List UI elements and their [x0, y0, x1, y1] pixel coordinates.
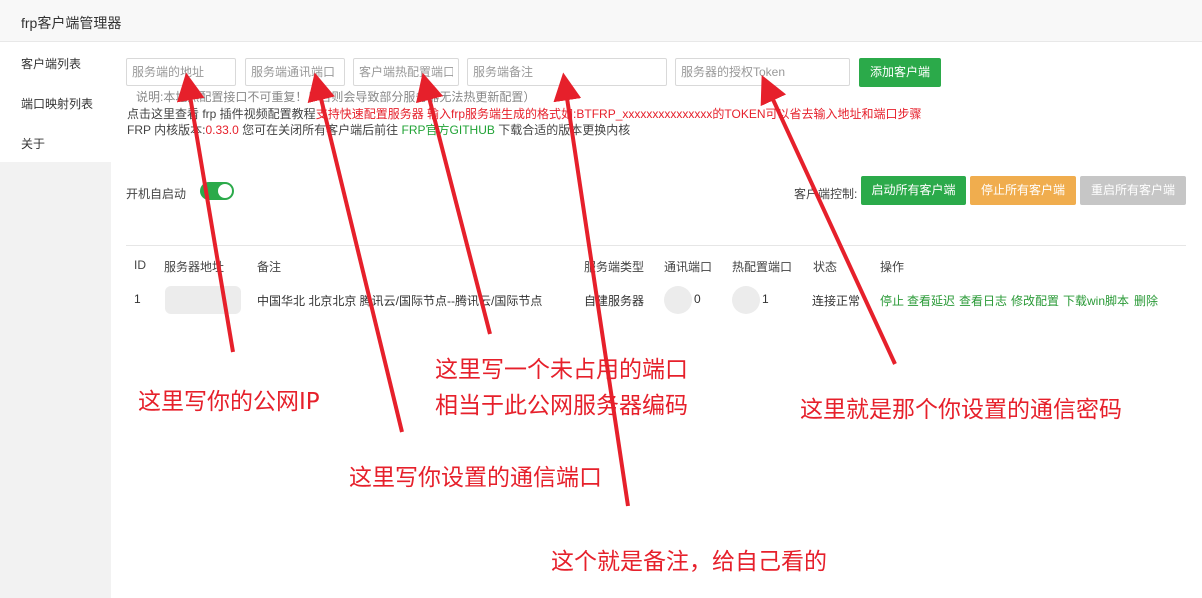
- column-header-server-address: 服务器地址: [164, 260, 225, 274]
- quick-config-tip: 支持快速配置服务器 输入frp服务端生成的格式如:BTFRP_xxxxxxxxx…: [315, 107, 922, 121]
- start-all-clients-button[interactable]: 启动所有客户端: [861, 176, 966, 205]
- column-header-id: ID: [134, 258, 146, 272]
- annotation-comm-port: 这里写你设置的通信端口: [349, 465, 602, 491]
- column-header-status: 状态: [813, 260, 838, 274]
- title-bar: frp客户端管理器: [0, 0, 1202, 42]
- frp-github-link[interactable]: FRP官方GITHUB: [402, 123, 495, 137]
- sidebar-menu: 客户端列表 端口映射列表 关于: [0, 42, 111, 162]
- row-comm-port: 0: [694, 292, 701, 306]
- autostart-label: 开机自启动: [126, 187, 187, 201]
- kernel-version-label: FRP 内核版本:: [127, 123, 206, 137]
- frp-client-manager-window: frp客户端管理器 客户端列表 端口映射列表 关于 添加客户端 说明:本地热配置…: [0, 0, 1202, 598]
- annotation-public-ip: 这里写你的公网IP: [138, 389, 320, 415]
- kernel-download-tip: 下载合适的版本更换内核: [498, 123, 631, 137]
- autostart-toggle[interactable]: [200, 182, 234, 200]
- tutorial-line: 点击这里查看 frp 插件视频配置教程支持快速配置服务器 输入frp服务端生成的…: [127, 105, 922, 122]
- server-remark-input[interactable]: [467, 58, 667, 86]
- action-view-log[interactable]: 查看日志: [959, 292, 1007, 309]
- action-stop[interactable]: 停止: [880, 292, 904, 309]
- column-header-server-type: 服务端类型: [584, 260, 645, 274]
- action-delete[interactable]: 删除: [1134, 292, 1158, 309]
- column-header-comm-port: 通讯端口: [664, 260, 713, 274]
- annotation-unused-port-line1: 这里写一个未占用的端口: [435, 357, 688, 383]
- tutorial-link[interactable]: 点击这里查看 frp 插件视频配置教程: [127, 107, 316, 121]
- config-hint: 说明:本地热配置接口不可重复！！否则会导致部分服务器无法热更新配置）: [136, 90, 536, 104]
- window-title: frp客户端管理器: [21, 15, 122, 31]
- redacted-server-address: [165, 286, 241, 314]
- redacted-comm-port: [664, 286, 692, 314]
- sidebar: 客户端列表 端口映射列表 关于: [0, 42, 111, 598]
- server-port-input[interactable]: [245, 58, 345, 86]
- sidebar-item-about[interactable]: 关于: [21, 135, 45, 152]
- add-client-button[interactable]: 添加客户端: [859, 58, 941, 87]
- row-hot-config-port: 1: [762, 292, 769, 306]
- annotation-unused-port-line2: 相当于此公网服务器编码: [435, 393, 688, 419]
- hot-config-port-input[interactable]: [353, 58, 459, 86]
- row-id: 1: [134, 292, 141, 306]
- row-status: 连接正常: [812, 294, 861, 308]
- kernel-version-line: FRP 内核版本:0.33.0 您可在关闭所有客户端后前往 FRP官方GITHU…: [127, 121, 630, 138]
- row-server-type: 自建服务器: [584, 294, 645, 308]
- sidebar-item-port-mapping-list[interactable]: 端口映射列表: [21, 95, 93, 112]
- stop-all-clients-button[interactable]: 停止所有客户端: [970, 176, 1076, 205]
- annotation-remark: 这个就是备注，给自己看的: [551, 549, 827, 575]
- server-address-input[interactable]: [126, 58, 236, 86]
- redacted-hot-config-port: [732, 286, 760, 314]
- sidebar-item-client-list[interactable]: 客户端列表: [21, 55, 81, 72]
- restart-all-clients-button[interactable]: 重启所有客户端: [1080, 176, 1186, 205]
- toggle-knob: [218, 184, 232, 198]
- column-header-actions: 操作: [880, 260, 905, 274]
- auth-token-input[interactable]: [675, 58, 850, 86]
- action-edit-config[interactable]: 修改配置: [1011, 292, 1059, 309]
- column-header-hot-config-port: 热配置端口: [732, 260, 793, 274]
- kernel-update-tip: 您可在关闭所有客户端后前往: [242, 123, 399, 137]
- action-view-latency[interactable]: 查看延迟: [907, 292, 955, 309]
- row-remark: 中国华北 北京北京 腾讯云/国际节点--腾讯云/国际节点: [257, 294, 543, 308]
- table-top-divider: [126, 245, 1186, 246]
- client-control-label: 客户端控制:: [794, 187, 858, 201]
- action-download-win-script[interactable]: 下载win脚本: [1063, 292, 1129, 309]
- column-header-remark: 备注: [257, 260, 282, 274]
- annotation-token: 这里就是那个你设置的通信密码: [800, 397, 1122, 423]
- kernel-version-value: 0.33.0: [205, 123, 239, 137]
